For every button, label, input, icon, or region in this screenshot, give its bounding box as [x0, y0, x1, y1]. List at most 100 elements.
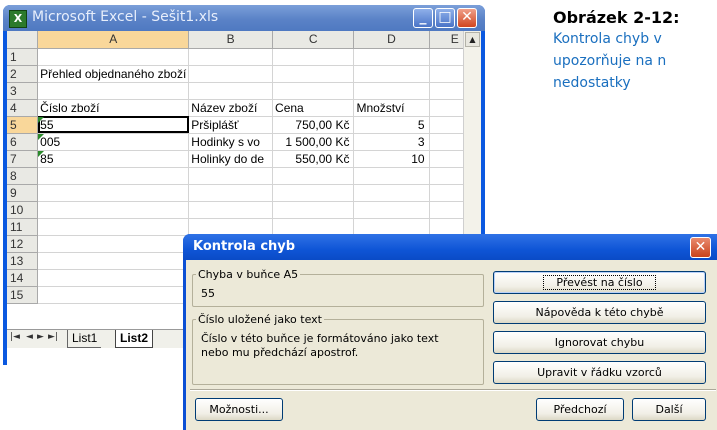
- table-row: 4 Číslo zboží Název zboží Cena Množství: [7, 99, 481, 117]
- grid-cell[interactable]: [188, 218, 274, 236]
- column-header[interactable]: D: [353, 31, 430, 49]
- convert-to-number-button[interactable]: Převést na číslo: [493, 271, 706, 294]
- grid-cell[interactable]: [272, 184, 355, 202]
- grid-cell[interactable]: [37, 167, 190, 185]
- column-header[interactable]: A: [37, 31, 190, 49]
- grid-cell[interactable]: [353, 65, 430, 83]
- grid-cell[interactable]: [272, 48, 355, 66]
- row-header[interactable]: 4: [7, 99, 39, 117]
- row-header[interactable]: 8: [7, 167, 39, 185]
- table-row: 8: [7, 167, 481, 185]
- grid-cell[interactable]: 1 500,00 Kč: [272, 133, 355, 151]
- error-cell-label: Chyba v buňce A5: [198, 268, 299, 281]
- grid-cell[interactable]: Cena: [272, 99, 355, 117]
- column-header[interactable]: B: [188, 31, 274, 49]
- grid-cell[interactable]: [188, 48, 274, 66]
- options-button[interactable]: Možnosti...: [195, 398, 283, 421]
- error-help-button[interactable]: Nápověda k této chybě: [493, 301, 706, 324]
- row-header[interactable]: 12: [7, 235, 39, 253]
- row-header[interactable]: 14: [7, 269, 39, 287]
- maximize-icon[interactable]: □: [435, 8, 455, 28]
- error-cell-value: 55: [201, 287, 215, 300]
- sheet-tab-list1[interactable]: List1: [67, 330, 102, 348]
- grid-cell[interactable]: 550,00 Kč: [272, 150, 355, 168]
- grid-cell[interactable]: [37, 184, 190, 202]
- row-header[interactable]: 2: [7, 65, 39, 83]
- grid-cell[interactable]: [37, 286, 190, 304]
- last-sheet-icon[interactable]: ►|: [48, 332, 58, 342]
- grid-cell[interactable]: Číslo zboží: [37, 99, 190, 117]
- grid-cell[interactable]: [353, 184, 430, 202]
- error-cell-group: Chyba v buňce A5 55: [192, 268, 484, 307]
- row-header[interactable]: 6: [7, 133, 39, 151]
- table-row: 10: [7, 201, 481, 219]
- grid-cell[interactable]: [353, 82, 430, 100]
- grid-cell[interactable]: [272, 167, 355, 185]
- grid-cell[interactable]: 85: [37, 150, 190, 168]
- grid-cell[interactable]: Název zboží: [188, 99, 274, 117]
- grid-cell[interactable]: Pršiplášť: [188, 116, 274, 134]
- grid-cell[interactable]: [272, 82, 355, 100]
- table-row: 9: [7, 184, 481, 202]
- grid-cell[interactable]: [37, 201, 190, 219]
- table-row: 2 Přehled objednaného zboží: [7, 65, 481, 83]
- grid-cell[interactable]: [272, 218, 355, 236]
- grid-cell[interactable]: [353, 201, 430, 219]
- row-header[interactable]: 3: [7, 82, 39, 100]
- grid-cell[interactable]: 750,00 Kč: [272, 116, 355, 134]
- grid-cell[interactable]: Hodinky s vo: [188, 133, 274, 151]
- grid-cell[interactable]: 10: [353, 150, 430, 168]
- excel-title-bar[interactable]: X Microsoft Excel - Sešit1.xls _ □ ✕: [3, 5, 485, 31]
- row-header[interactable]: 7: [7, 150, 39, 168]
- grid-cell[interactable]: [37, 82, 190, 100]
- first-sheet-icon[interactable]: |◄: [10, 332, 20, 342]
- prev-sheet-icon[interactable]: ◄: [26, 332, 33, 342]
- next-button[interactable]: Další: [632, 398, 706, 421]
- row-header[interactable]: 10: [7, 201, 39, 219]
- select-all-corner[interactable]: [7, 31, 39, 49]
- grid-cell[interactable]: [188, 201, 274, 219]
- grid-cell[interactable]: [188, 167, 274, 185]
- grid-cell[interactable]: [37, 252, 190, 270]
- error-description-group: Číslo uložené jako text Číslo v této buň…: [192, 313, 484, 385]
- ignore-error-button[interactable]: Ignorovat chybu: [493, 331, 706, 354]
- grid-cell[interactable]: [353, 167, 430, 185]
- dialog-title-bar[interactable]: Kontrola chyb ✕: [183, 234, 717, 260]
- grid-cell[interactable]: 005: [37, 133, 190, 151]
- column-header[interactable]: C: [272, 31, 355, 49]
- row-header[interactable]: 11: [7, 218, 39, 236]
- grid-cell[interactable]: [272, 201, 355, 219]
- grid-cell[interactable]: [37, 218, 190, 236]
- grid-cell[interactable]: [353, 218, 430, 236]
- grid-cell[interactable]: [353, 48, 430, 66]
- close-icon[interactable]: ✕: [457, 8, 477, 28]
- grid-cell[interactable]: Přehled objednaného zboží: [37, 65, 190, 83]
- minimize-icon[interactable]: _: [413, 8, 433, 28]
- grid-cell[interactable]: 5: [353, 116, 430, 134]
- grid-cell[interactable]: Množství: [353, 99, 430, 117]
- row-header[interactable]: 1: [7, 48, 39, 66]
- grid-cell[interactable]: [188, 184, 274, 202]
- excel-app-icon[interactable]: X: [9, 10, 27, 28]
- grid-cell[interactable]: [37, 48, 190, 66]
- close-icon[interactable]: ✕: [690, 237, 711, 258]
- next-sheet-icon[interactable]: ►: [37, 332, 44, 342]
- figure-caption: Obrázek 2-12: Kontrola chyb v upozorňuje…: [553, 8, 717, 94]
- sheet-tab-list2[interactable]: List2: [115, 330, 154, 348]
- scroll-up-arrow-icon[interactable]: ▲: [465, 32, 480, 47]
- grid-cell[interactable]: Holinky do de: [188, 150, 274, 168]
- grid-cell[interactable]: 3: [353, 133, 430, 151]
- row-header[interactable]: 13: [7, 252, 39, 270]
- row-header[interactable]: 9: [7, 184, 39, 202]
- grid-cell[interactable]: [272, 65, 355, 83]
- grid-cell[interactable]: [37, 235, 190, 253]
- row-header[interactable]: 15: [7, 286, 39, 304]
- grid-cell[interactable]: [37, 269, 190, 287]
- grid-cell[interactable]: 55: [37, 116, 190, 134]
- grid-cell[interactable]: [188, 65, 274, 83]
- previous-button[interactable]: Předchozí: [536, 398, 624, 421]
- edit-in-formula-bar-button[interactable]: Upravit v řádku vzorců: [493, 361, 706, 384]
- row-header[interactable]: 5: [7, 116, 39, 134]
- grid-cell[interactable]: [188, 82, 274, 100]
- error-type-label: Číslo uložené jako text: [198, 313, 322, 326]
